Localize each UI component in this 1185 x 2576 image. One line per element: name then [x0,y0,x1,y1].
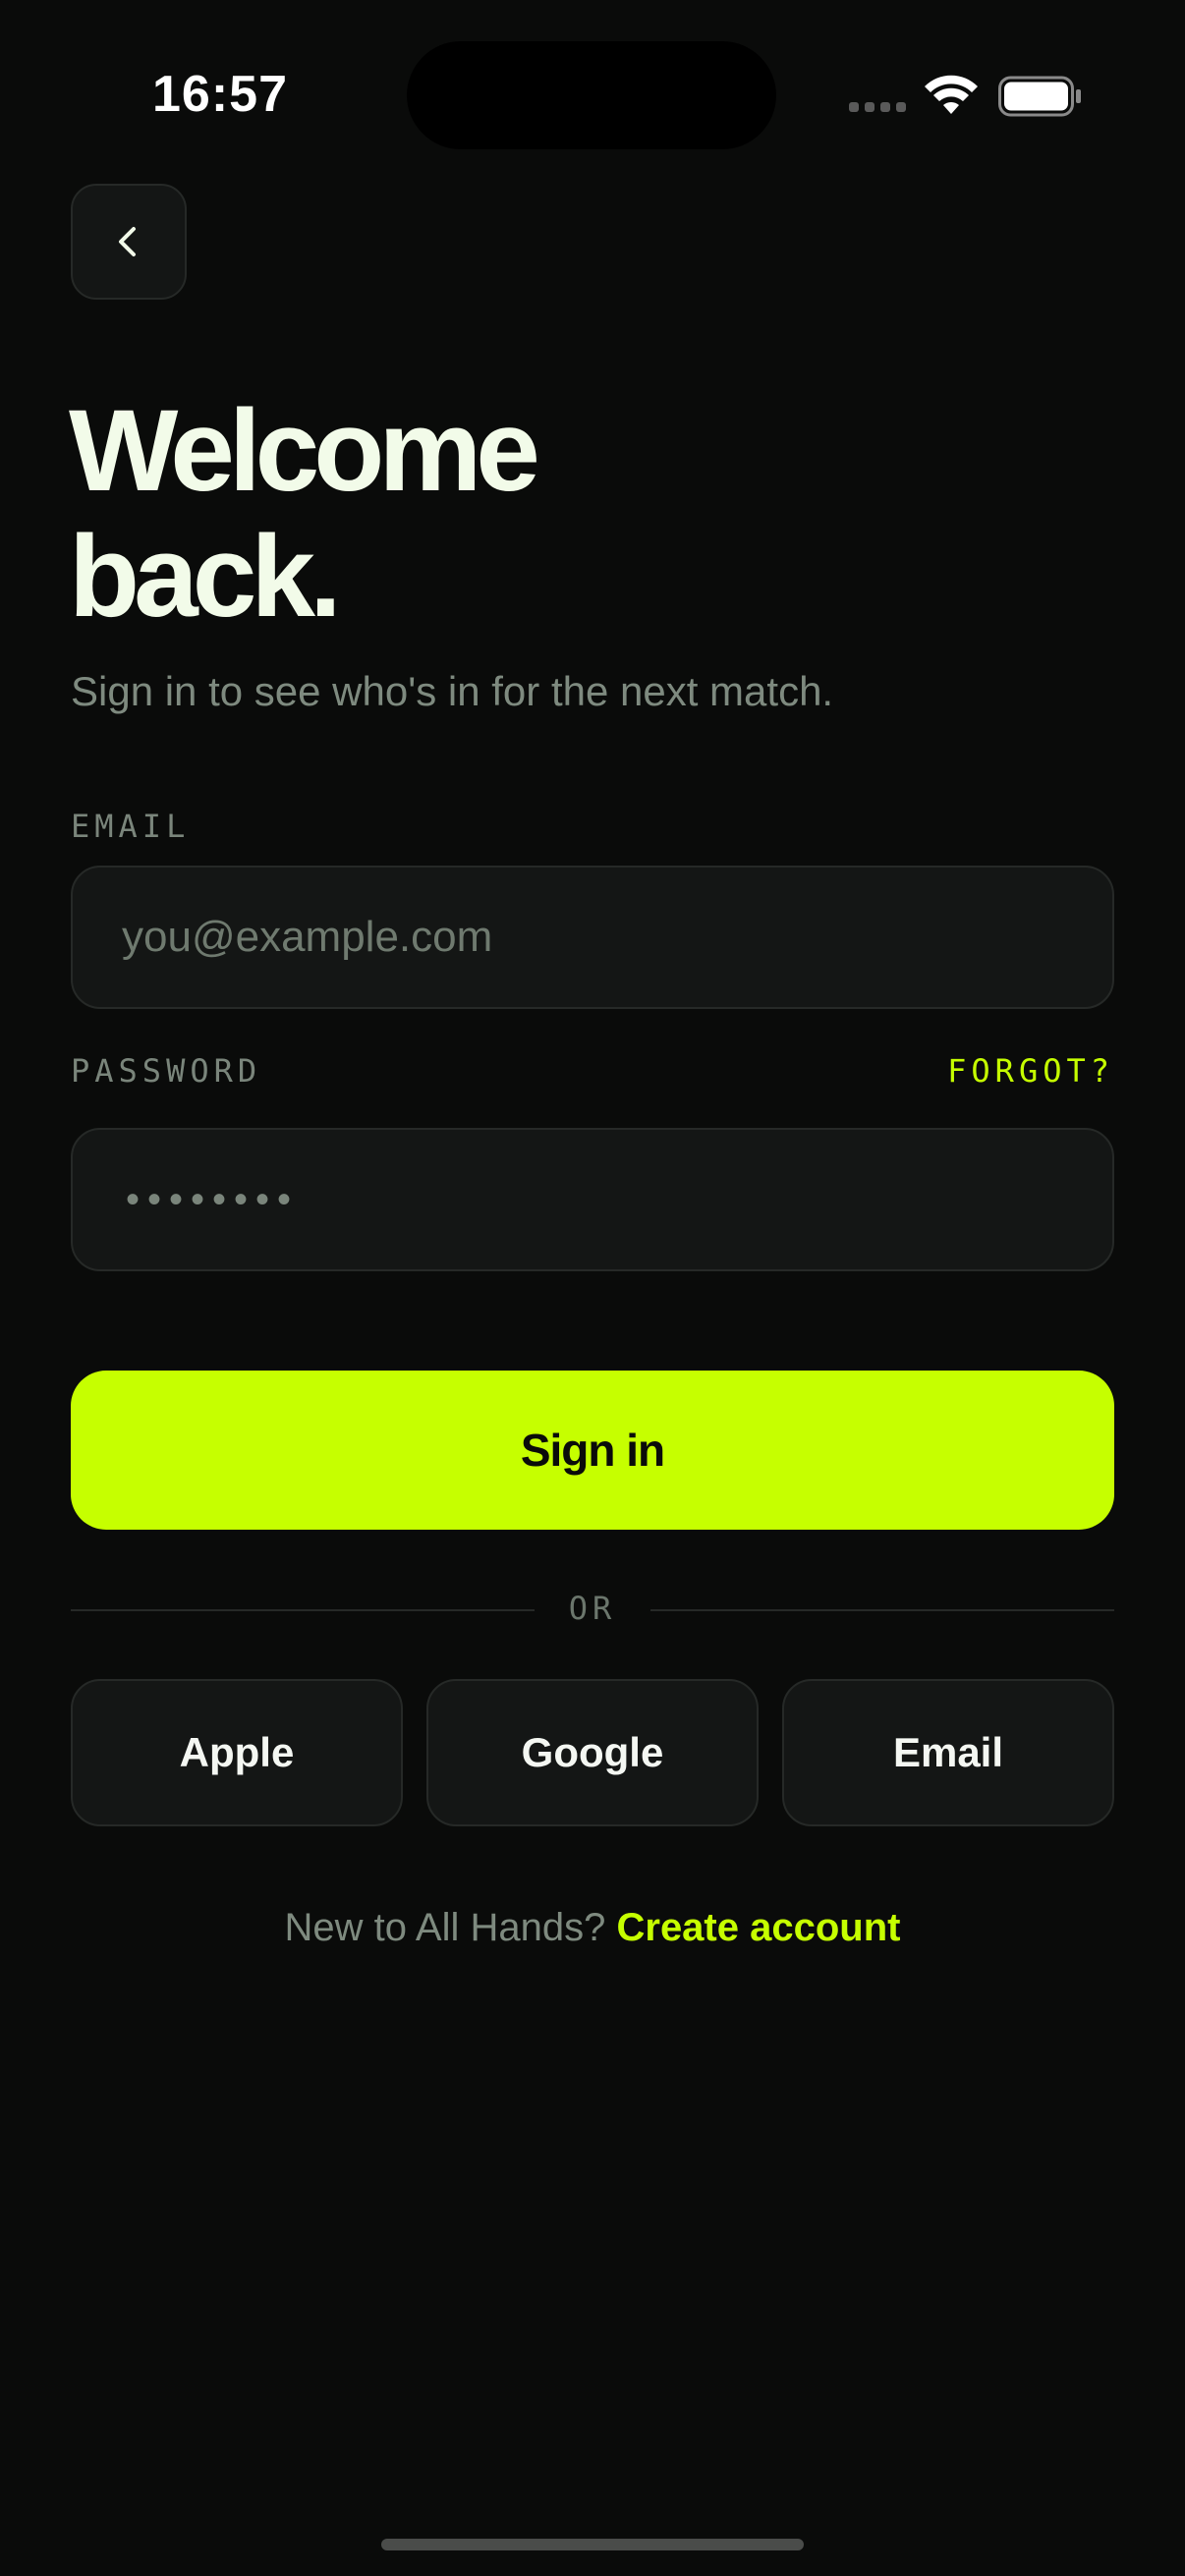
back-button[interactable] [71,184,187,300]
battery-icon [998,76,1081,117]
page-title: Welcome back. [69,386,540,642]
sign-in-button[interactable]: Sign in [71,1371,1114,1530]
password-label: PASSWORD [71,1052,262,1090]
cellular-signal-icon [849,102,906,112]
divider-line-right [650,1609,1114,1611]
wifi-icon [925,75,978,114]
dynamic-island [407,41,776,149]
footer-prompt-text: New to All Hands? [284,1906,606,1949]
password-masked-value: •••••••• [126,1177,300,1221]
password-field[interactable]: •••••••• [71,1128,1114,1271]
home-indicator [381,2539,804,2550]
apple-sign-in-button[interactable]: Apple [71,1679,403,1826]
status-time: 16:57 [152,66,288,123]
footer-prompt: New to All Hands? Create account [0,1906,1185,1950]
email-field-container [71,866,1114,1009]
page-subtitle: Sign in to see who's in for the next mat… [71,668,834,714]
page-title-line-1: Welcome [69,386,540,516]
divider-label: OR [568,1590,617,1627]
forgot-password-link[interactable]: FORGOT? [947,1052,1114,1090]
page-title-line-2: back. [69,512,342,642]
email-label: EMAIL [71,808,191,845]
google-sign-in-button[interactable]: Google [426,1679,759,1826]
email-field[interactable] [73,868,1112,1007]
status-bar: 16:57 [0,0,1185,187]
chevron-left-icon [119,227,136,256]
create-account-link[interactable]: Create account [616,1906,900,1949]
email-sign-in-button[interactable]: Email [782,1679,1114,1826]
